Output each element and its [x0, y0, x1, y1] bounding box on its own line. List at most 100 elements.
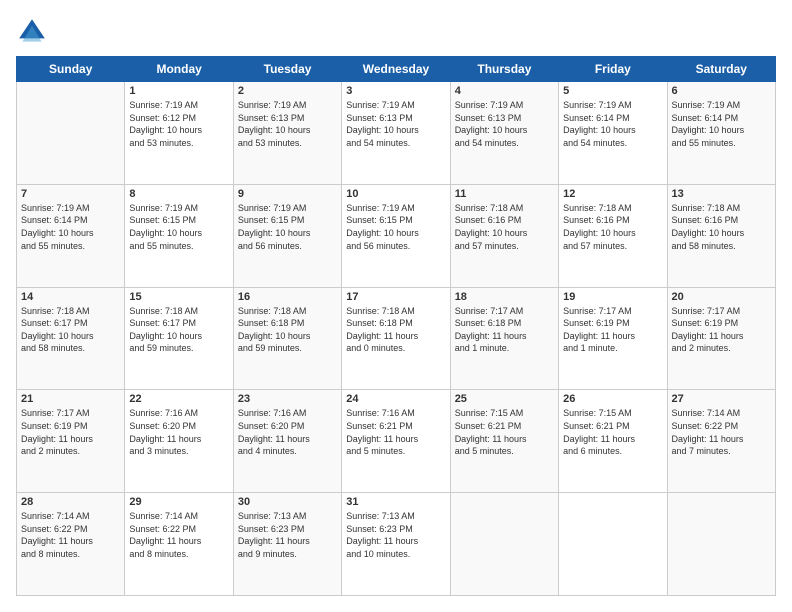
day-number: 7	[21, 188, 120, 200]
day-number: 28	[21, 496, 120, 508]
day-number: 3	[346, 85, 445, 97]
day-number: 11	[455, 188, 554, 200]
day-number: 30	[238, 496, 337, 508]
calendar-cell: 14 Sunrise: 7:18 AM Sunset: 6:17 PM Dayli…	[17, 287, 125, 390]
calendar-cell: 31 Sunrise: 7:13 AM Sunset: 6:23 PM Dayli…	[342, 493, 450, 596]
day-number: 19	[563, 291, 662, 303]
calendar-cell: 29 Sunrise: 7:14 AM Sunset: 6:22 PM Dayli…	[125, 493, 233, 596]
calendar-week-row: 1 Sunrise: 7:19 AM Sunset: 6:12 PM Daylig…	[17, 82, 776, 185]
calendar-cell: 20 Sunrise: 7:17 AM Sunset: 6:19 PM Dayli…	[667, 287, 775, 390]
calendar-cell: 28 Sunrise: 7:14 AM Sunset: 6:22 PM Dayli…	[17, 493, 125, 596]
day-info: Sunrise: 7:16 AM Sunset: 6:21 PM Dayligh…	[346, 407, 445, 457]
calendar-week-row: 14 Sunrise: 7:18 AM Sunset: 6:17 PM Dayli…	[17, 287, 776, 390]
calendar-day-header: Friday	[559, 57, 667, 82]
calendar-cell: 21 Sunrise: 7:17 AM Sunset: 6:19 PM Dayli…	[17, 390, 125, 493]
day-info: Sunrise: 7:19 AM Sunset: 6:15 PM Dayligh…	[238, 202, 337, 252]
calendar-cell: 13Sunrise: 7:18 AM Sunset: 6:16 PM Dayli…	[667, 184, 775, 287]
day-number: 23	[238, 393, 337, 405]
day-number: 26	[563, 393, 662, 405]
calendar-cell: 11 Sunrise: 7:18 AM Sunset: 6:16 PM Dayli…	[450, 184, 558, 287]
day-info: Sunrise: 7:17 AM Sunset: 6:18 PM Dayligh…	[455, 305, 554, 355]
calendar-cell: 22Sunrise: 7:16 AM Sunset: 6:20 PM Dayli…	[125, 390, 233, 493]
day-number: 17	[346, 291, 445, 303]
day-number: 15	[129, 291, 228, 303]
day-info: Sunrise: 7:17 AM Sunset: 6:19 PM Dayligh…	[672, 305, 771, 355]
day-info: Sunrise: 7:17 AM Sunset: 6:19 PM Dayligh…	[21, 407, 120, 457]
calendar-cell: 30 Sunrise: 7:13 AM Sunset: 6:23 PM Dayli…	[233, 493, 341, 596]
day-info: Sunrise: 7:14 AM Sunset: 6:22 PM Dayligh…	[129, 510, 228, 560]
calendar-cell: 17 Sunrise: 7:18 AM Sunset: 6:18 PM Dayli…	[342, 287, 450, 390]
day-number: 25	[455, 393, 554, 405]
logo-icon	[16, 16, 48, 48]
calendar-cell: 15 Sunrise: 7:18 AM Sunset: 6:17 PM Dayli…	[125, 287, 233, 390]
calendar-header-row: SundayMondayTuesdayWednesdayThursdayFrid…	[17, 57, 776, 82]
calendar-cell: 16Sunrise: 7:18 AM Sunset: 6:18 PM Dayli…	[233, 287, 341, 390]
calendar-cell: 25 Sunrise: 7:15 AM Sunset: 6:21 PM Dayli…	[450, 390, 558, 493]
day-info: Sunrise: 7:18 AM Sunset: 6:18 PM Dayligh…	[346, 305, 445, 355]
calendar-cell: 23 Sunrise: 7:16 AM Sunset: 6:20 PM Dayli…	[233, 390, 341, 493]
calendar-cell: 24 Sunrise: 7:16 AM Sunset: 6:21 PM Dayli…	[342, 390, 450, 493]
calendar-cell	[667, 493, 775, 596]
day-info: Sunrise: 7:18 AM Sunset: 6:17 PM Dayligh…	[21, 305, 120, 355]
day-info: Sunrise: 7:19 AM Sunset: 6:13 PM Dayligh…	[346, 99, 445, 149]
day-info: Sunrise: 7:19 AM Sunset: 6:14 PM Dayligh…	[672, 99, 771, 149]
day-info: Sunrise: 7:18 AM Sunset: 6:16 PM Dayligh…	[563, 202, 662, 252]
day-number: 12	[563, 188, 662, 200]
day-number: 6	[672, 85, 771, 97]
day-number: 20	[672, 291, 771, 303]
day-number: 8	[129, 188, 228, 200]
day-info: Sunrise: 7:19 AM Sunset: 6:15 PM Dayligh…	[346, 202, 445, 252]
day-info: Sunrise: 7:15 AM Sunset: 6:21 PM Dayligh…	[563, 407, 662, 457]
logo	[16, 16, 52, 48]
header	[16, 16, 776, 48]
day-number: 1	[129, 85, 228, 97]
day-number: 29	[129, 496, 228, 508]
calendar-day-header: Tuesday	[233, 57, 341, 82]
calendar-cell: 7 Sunrise: 7:19 AM Sunset: 6:14 PM Daylig…	[17, 184, 125, 287]
day-info: Sunrise: 7:18 AM Sunset: 6:16 PM Dayligh…	[672, 202, 771, 252]
day-info: Sunrise: 7:19 AM Sunset: 6:13 PM Dayligh…	[238, 99, 337, 149]
calendar-week-row: 7 Sunrise: 7:19 AM Sunset: 6:14 PM Daylig…	[17, 184, 776, 287]
calendar-cell: 5 Sunrise: 7:19 AM Sunset: 6:14 PM Daylig…	[559, 82, 667, 185]
calendar-week-row: 21 Sunrise: 7:17 AM Sunset: 6:19 PM Dayli…	[17, 390, 776, 493]
day-number: 16	[238, 291, 337, 303]
calendar-cell	[450, 493, 558, 596]
day-number: 2	[238, 85, 337, 97]
day-info: Sunrise: 7:17 AM Sunset: 6:19 PM Dayligh…	[563, 305, 662, 355]
calendar-day-header: Saturday	[667, 57, 775, 82]
calendar-week-row: 28 Sunrise: 7:14 AM Sunset: 6:22 PM Dayli…	[17, 493, 776, 596]
day-info: Sunrise: 7:19 AM Sunset: 6:15 PM Dayligh…	[129, 202, 228, 252]
day-info: Sunrise: 7:13 AM Sunset: 6:23 PM Dayligh…	[346, 510, 445, 560]
day-number: 5	[563, 85, 662, 97]
calendar-cell: 3 Sunrise: 7:19 AM Sunset: 6:13 PM Daylig…	[342, 82, 450, 185]
day-number: 14	[21, 291, 120, 303]
calendar-day-header: Thursday	[450, 57, 558, 82]
calendar-day-header: Monday	[125, 57, 233, 82]
calendar-cell: 18 Sunrise: 7:17 AM Sunset: 6:18 PM Dayli…	[450, 287, 558, 390]
day-number: 21	[21, 393, 120, 405]
day-number: 22	[129, 393, 228, 405]
day-info: Sunrise: 7:15 AM Sunset: 6:21 PM Dayligh…	[455, 407, 554, 457]
calendar-cell: 12 Sunrise: 7:18 AM Sunset: 6:16 PM Dayli…	[559, 184, 667, 287]
day-number: 24	[346, 393, 445, 405]
day-info: Sunrise: 7:18 AM Sunset: 6:17 PM Dayligh…	[129, 305, 228, 355]
day-number: 10	[346, 188, 445, 200]
day-number: 9	[238, 188, 337, 200]
day-info: Sunrise: 7:14 AM Sunset: 6:22 PM Dayligh…	[672, 407, 771, 457]
calendar-cell: 27 Sunrise: 7:14 AM Sunset: 6:22 PM Dayli…	[667, 390, 775, 493]
day-info: Sunrise: 7:19 AM Sunset: 6:14 PM Dayligh…	[563, 99, 662, 149]
day-info: Sunrise: 7:19 AM Sunset: 6:14 PM Dayligh…	[21, 202, 120, 252]
day-number: 27	[672, 393, 771, 405]
calendar-cell: 10 Sunrise: 7:19 AM Sunset: 6:15 PM Dayli…	[342, 184, 450, 287]
day-info: Sunrise: 7:13 AM Sunset: 6:23 PM Dayligh…	[238, 510, 337, 560]
day-info: Sunrise: 7:16 AM Sunset: 6:20 PM Dayligh…	[238, 407, 337, 457]
day-number: 31	[346, 496, 445, 508]
day-number: 18	[455, 291, 554, 303]
day-number: 4	[455, 85, 554, 97]
day-info: Sunrise: 7:14 AM Sunset: 6:22 PM Dayligh…	[21, 510, 120, 560]
day-info: Sunrise: 7:18 AM Sunset: 6:16 PM Dayligh…	[455, 202, 554, 252]
calendar-cell: 1 Sunrise: 7:19 AM Sunset: 6:12 PM Daylig…	[125, 82, 233, 185]
calendar-day-header: Wednesday	[342, 57, 450, 82]
calendar-cell: 8 Sunrise: 7:19 AM Sunset: 6:15 PM Daylig…	[125, 184, 233, 287]
day-info: Sunrise: 7:19 AM Sunset: 6:12 PM Dayligh…	[129, 99, 228, 149]
